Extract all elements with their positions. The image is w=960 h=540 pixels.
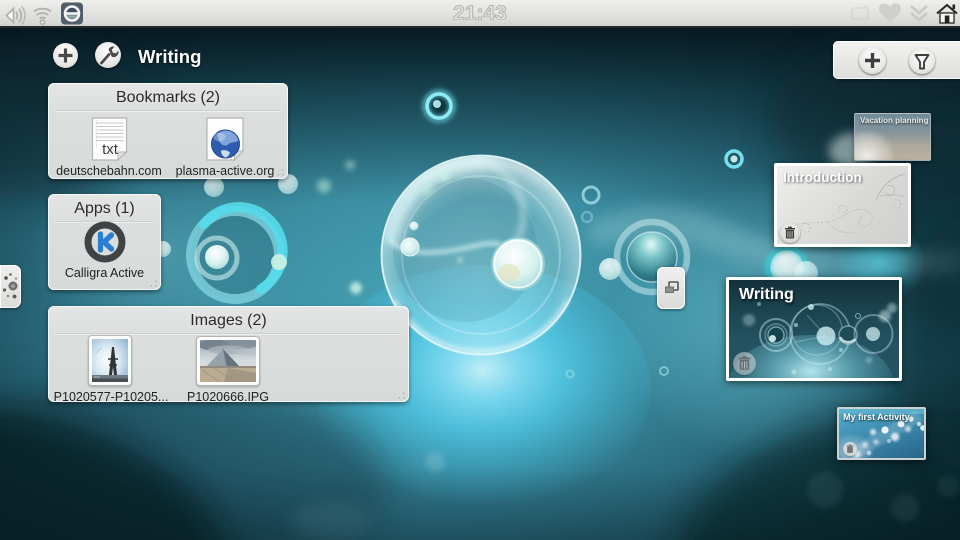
svg-text:txt: txt [102,141,119,158]
